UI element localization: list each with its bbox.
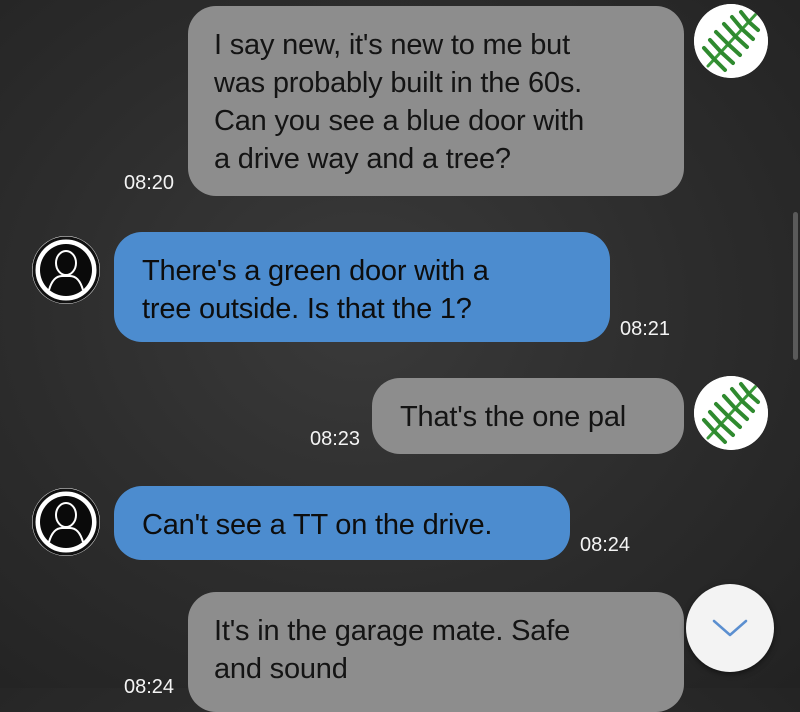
fern-leaf-avatar-icon[interactable] <box>694 4 768 78</box>
scroll-to-bottom-button[interactable] <box>686 584 774 672</box>
chevron-down-icon <box>712 619 748 637</box>
message-timestamp: 08:21 <box>620 318 671 340</box>
message-bubble-outgoing[interactable]: It's in the garage mate. Safe and sound <box>188 592 684 712</box>
fern-leaf-avatar-icon[interactable] <box>694 376 768 450</box>
message-line: tree outside. Is that the 1? <box>142 293 472 325</box>
person-silhouette-avatar-icon[interactable] <box>32 488 100 556</box>
message-line: and sound <box>214 653 348 685</box>
message-line: There's a green door with a <box>142 255 489 287</box>
message-line: That's the one pal <box>400 401 627 433</box>
message-line: Can't see a TT on the drive. <box>142 509 493 541</box>
message-line: Can you see a blue door with <box>214 105 585 137</box>
message-timestamp: 08:20 <box>124 172 175 194</box>
message-line: was probably built in the 60s. <box>214 67 582 99</box>
message-bubble-outgoing[interactable]: I say new, it's new to me but was probab… <box>188 6 684 196</box>
scrollbar[interactable] <box>793 212 798 360</box>
person-silhouette-avatar-icon[interactable] <box>32 236 100 304</box>
message-line: I say new, it's new to me but <box>214 29 570 61</box>
message-timestamp: 08:23 <box>310 428 361 450</box>
message-timestamp: 08:24 <box>580 534 631 556</box>
message-bubble-outgoing[interactable]: That's the one pal <box>372 378 684 454</box>
message-line: It's in the garage mate. Safe <box>214 615 571 647</box>
message-line: a drive way and a tree? <box>214 143 511 175</box>
message-bubble-incoming[interactable]: There's a green door with a tree outside… <box>114 232 610 342</box>
message-bubble-incoming[interactable]: Can't see a TT on the drive. <box>114 486 570 560</box>
chat-conversation: I say new, it's new to me but was probab… <box>0 0 800 712</box>
